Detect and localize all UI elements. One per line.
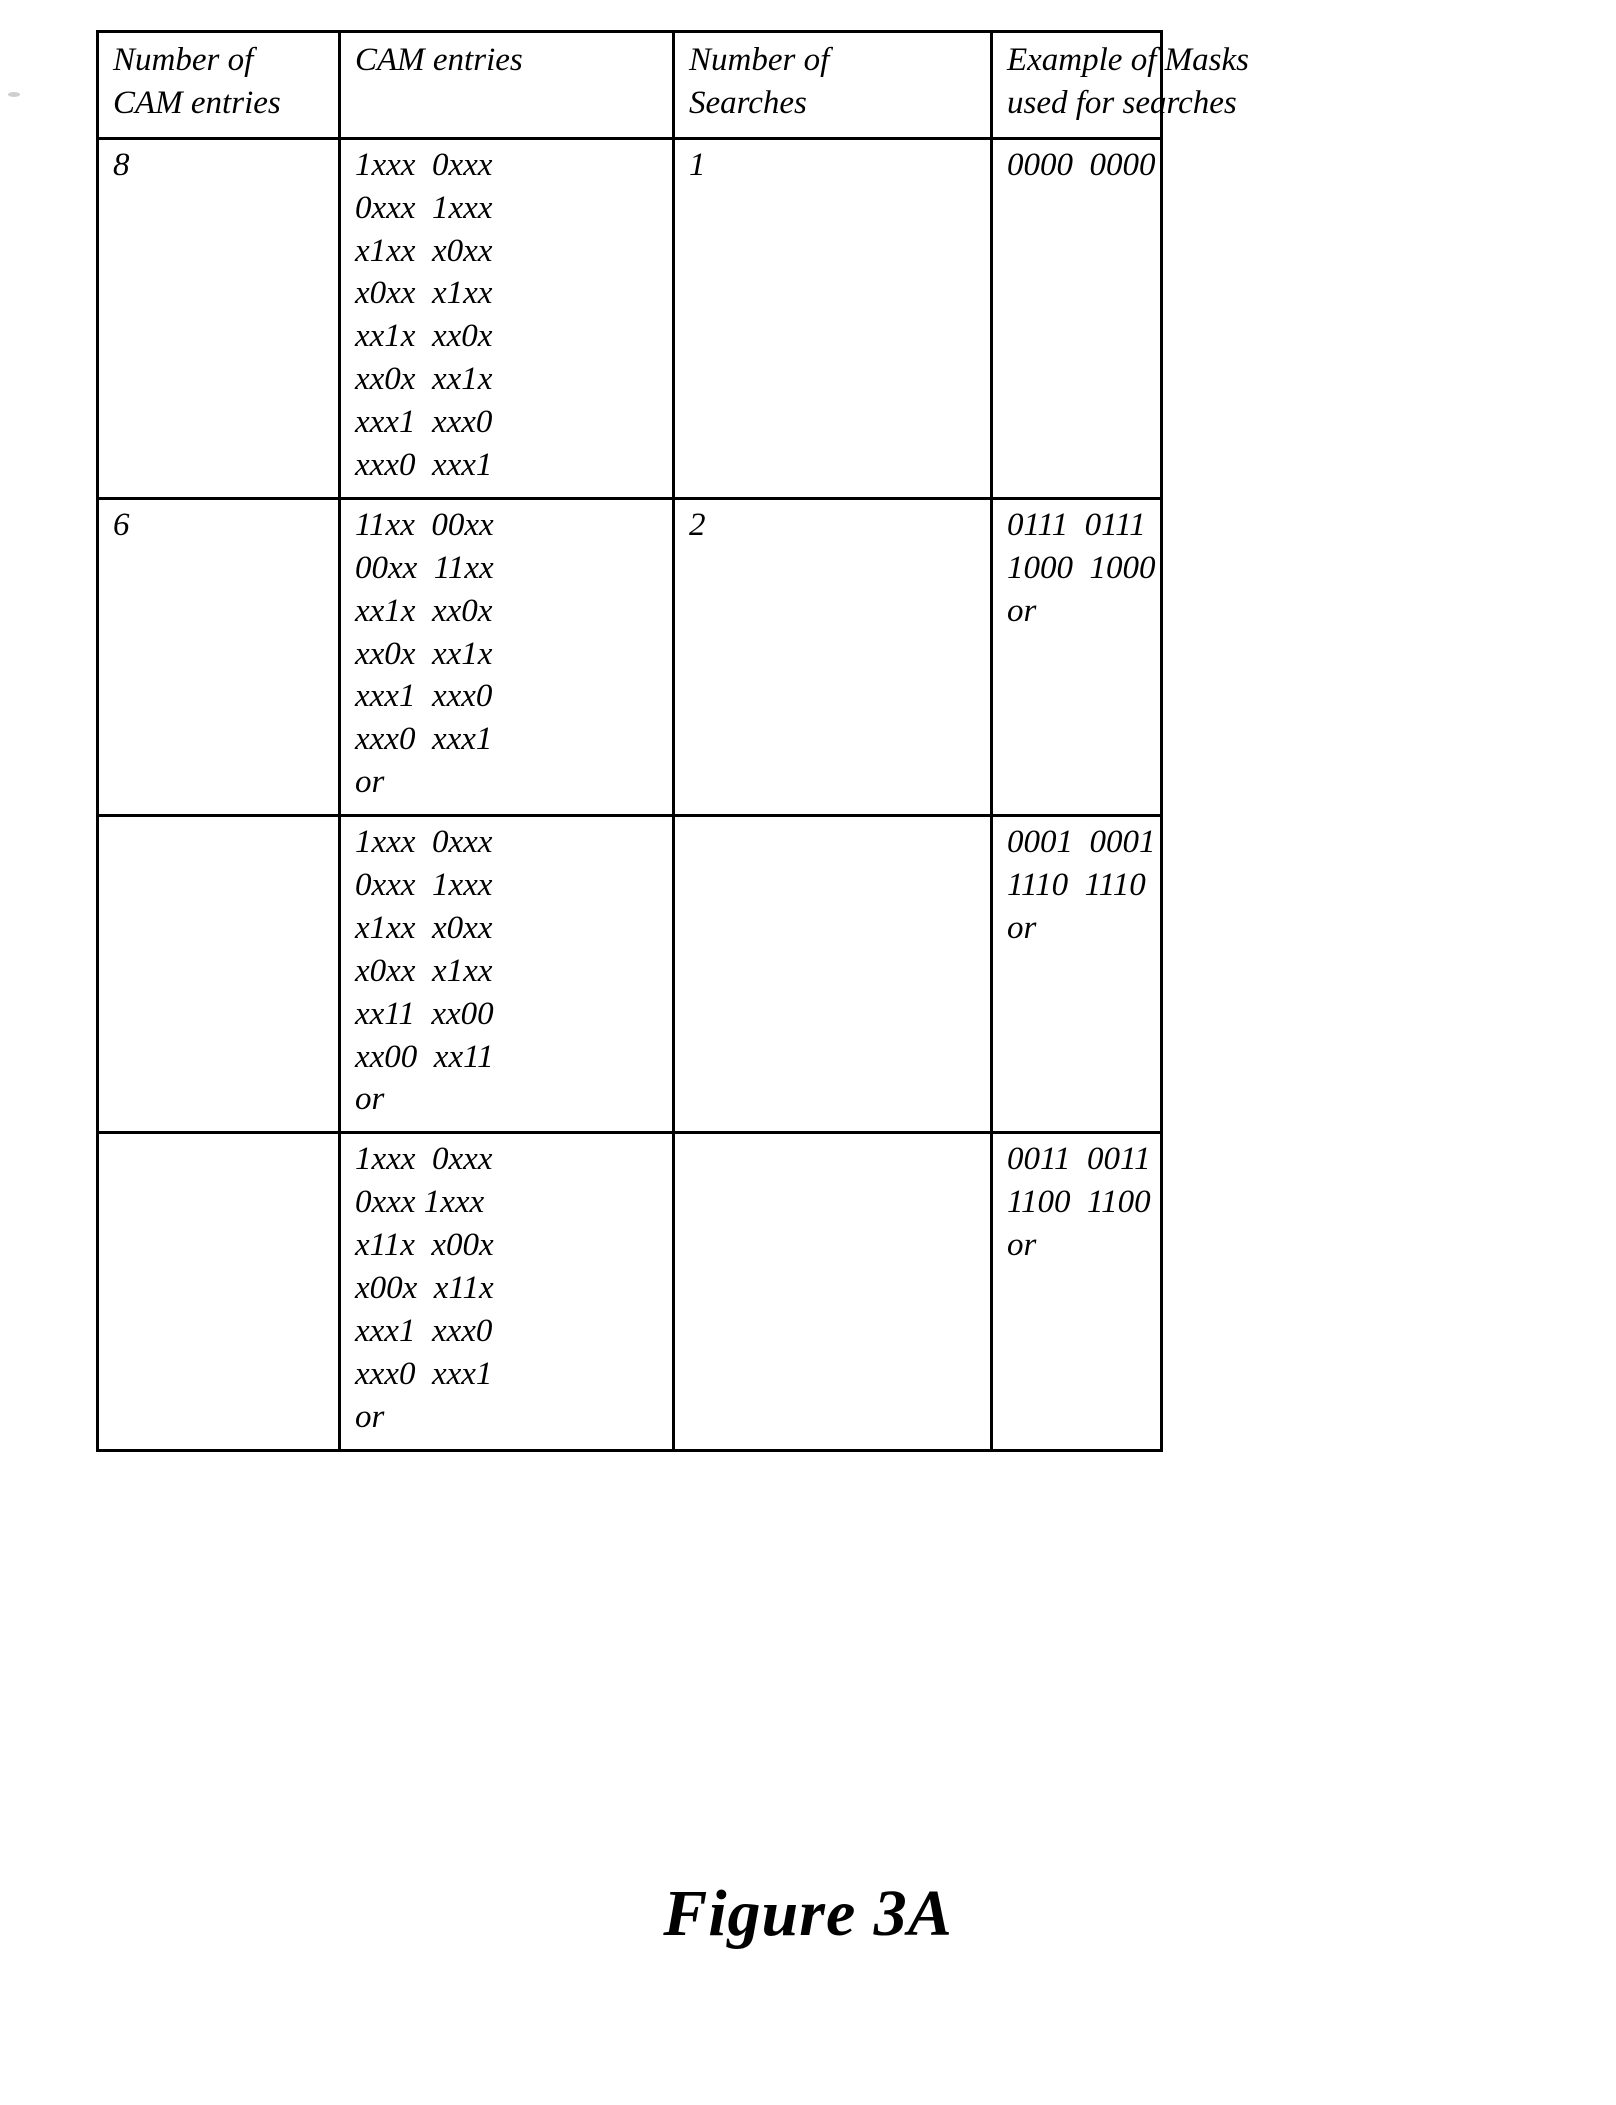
cell-number-of-cam-entries	[96, 814, 341, 1135]
cam-entry-line: x00x x11x	[355, 1270, 494, 1307]
mask-line: 0000 0000	[1007, 146, 1156, 183]
cam-entry-line: xx0x xx1x	[355, 361, 493, 398]
cam-entry-line: 0xxx 1xxx	[355, 1184, 485, 1221]
patent-figure-page: Number of CAM entries CAM entries Number…	[0, 0, 1616, 2105]
cam-entry-line: 00xx 11xx	[355, 549, 494, 586]
cell-number-of-cam-entries: 8	[96, 136, 341, 500]
cam-entry-line: xx11 xx00	[355, 995, 494, 1032]
cell-number-of-cam-entries: 6	[96, 496, 341, 818]
mask-continuation: or	[1007, 909, 1037, 946]
cell-number-of-searches	[672, 814, 993, 1135]
cam-entry-line: 1xxx 0xxx	[355, 1141, 493, 1178]
cam-entry-line: 1xxx 0xxx	[355, 146, 493, 183]
cam-entry-line: xx1x xx0x	[355, 318, 493, 355]
cell-cam-entries: 1xxx 0xxx 0xxx 1xxx x11x x00x x00x x11x …	[338, 1131, 675, 1452]
cam-entry-line: xxx1 xxx0	[355, 404, 493, 441]
cam-entry-continuation: or	[355, 764, 385, 801]
cell-example-masks: 0111 0111 1000 1000 or	[990, 496, 1163, 818]
cam-entry-line: x11x x00x	[355, 1227, 494, 1264]
header-line-2: Searches	[689, 84, 807, 121]
cam-entry-line: x1xx x0xx	[355, 232, 493, 269]
column-header-number-of-cam-entries: Number of CAM entries	[96, 30, 341, 140]
header-line-1: CAM entries	[355, 42, 523, 78]
cell-example-masks: 0000 0000	[990, 136, 1163, 500]
cam-entry-line: xx00 xx11	[355, 1038, 494, 1075]
cam-entry-line: xxx0 xxx1	[355, 447, 493, 484]
table-row: 8 1xxx 0xxx 0xxx 1xxx x1xx x0xx x0xx x1x…	[96, 136, 1163, 500]
column-header-number-of-searches: Number of Searches	[672, 30, 993, 140]
header-line-1: Example of Masks	[1007, 42, 1249, 78]
cam-entry-line: xxx0 xxx1	[355, 721, 493, 758]
mask-line: 1100 1100	[1007, 1184, 1151, 1221]
header-line-2: used for searches	[1007, 84, 1237, 121]
header-line-2: CAM entries	[113, 84, 281, 121]
column-header-example-of-masks: Example of Masks used for searches	[990, 30, 1249, 140]
table-row: 1xxx 0xxx 0xxx 1xxx x11x x00x x00x x11x …	[96, 1131, 1163, 1452]
table-row: 6 11xx 00xx 00xx 11xx xx1x xx0x xx0x xx1…	[96, 496, 1163, 818]
cell-number-of-cam-entries	[96, 1131, 341, 1452]
mask-line: 0011 0011	[1007, 1141, 1151, 1178]
table-body: 8 1xxx 0xxx 0xxx 1xxx x1xx x0xx x0xx x1x…	[96, 136, 1163, 1452]
cam-entry-line: xxx1 xxx0	[355, 1312, 493, 1349]
cam-entry-line: 1xxx 0xxx	[355, 824, 493, 861]
column-header-cam-entries: CAM entries	[338, 30, 675, 140]
cam-entry-continuation: or	[355, 1398, 385, 1435]
table-row: 1xxx 0xxx 0xxx 1xxx x1xx x0xx x0xx x1xx …	[96, 814, 1163, 1135]
mask-continuation: or	[1007, 592, 1037, 629]
header-line-1: Number of	[113, 42, 254, 78]
header-line-1: Number of	[689, 42, 830, 78]
cell-example-masks: 0001 0001 1110 1110 or	[990, 814, 1163, 1135]
cell-number-of-searches: 1	[672, 136, 993, 500]
cam-entry-line: 0xxx 1xxx	[355, 867, 493, 904]
mask-line: 1110 1110	[1007, 867, 1146, 904]
scan-artifact-speck	[8, 92, 20, 97]
mask-line: 0001 0001	[1007, 824, 1156, 861]
cell-number-of-searches	[672, 1131, 993, 1452]
cam-entry-line: x0xx x1xx	[355, 275, 493, 312]
cam-entry-line: x1xx x0xx	[355, 909, 493, 946]
cam-entry-line: xxx1 xxx0	[355, 678, 493, 715]
cam-entries-table: Number of CAM entries CAM entries Number…	[96, 30, 1249, 1452]
cell-cam-entries: 1xxx 0xxx 0xxx 1xxx x1xx x0xx x0xx x1xx …	[338, 136, 675, 500]
figure-caption: Figure 3A	[663, 1877, 953, 1950]
mask-line: 0111 0111	[1007, 506, 1146, 543]
cam-entry-line: 11xx 00xx	[355, 506, 494, 543]
cam-entry-line: xx1x xx0x	[355, 592, 493, 629]
cam-entry-line: x0xx x1xx	[355, 952, 493, 989]
cam-entry-line: xx0x xx1x	[355, 635, 493, 672]
mask-line: 1000 1000	[1007, 549, 1156, 586]
cell-cam-entries: 1xxx 0xxx 0xxx 1xxx x1xx x0xx x0xx x1xx …	[338, 814, 675, 1135]
cam-entry-line: xxx0 xxx1	[355, 1355, 493, 1392]
mask-continuation: or	[1007, 1227, 1037, 1264]
cell-number-of-searches: 2	[672, 496, 993, 818]
cell-cam-entries: 11xx 00xx 00xx 11xx xx1x xx0x xx0x xx1x …	[338, 496, 675, 818]
table-header-row: Number of CAM entries CAM entries Number…	[96, 30, 1249, 140]
cam-entry-line: 0xxx 1xxx	[355, 189, 493, 226]
cam-entry-continuation: or	[355, 1081, 385, 1118]
cell-example-masks: 0011 0011 1100 1100 or	[990, 1131, 1163, 1452]
